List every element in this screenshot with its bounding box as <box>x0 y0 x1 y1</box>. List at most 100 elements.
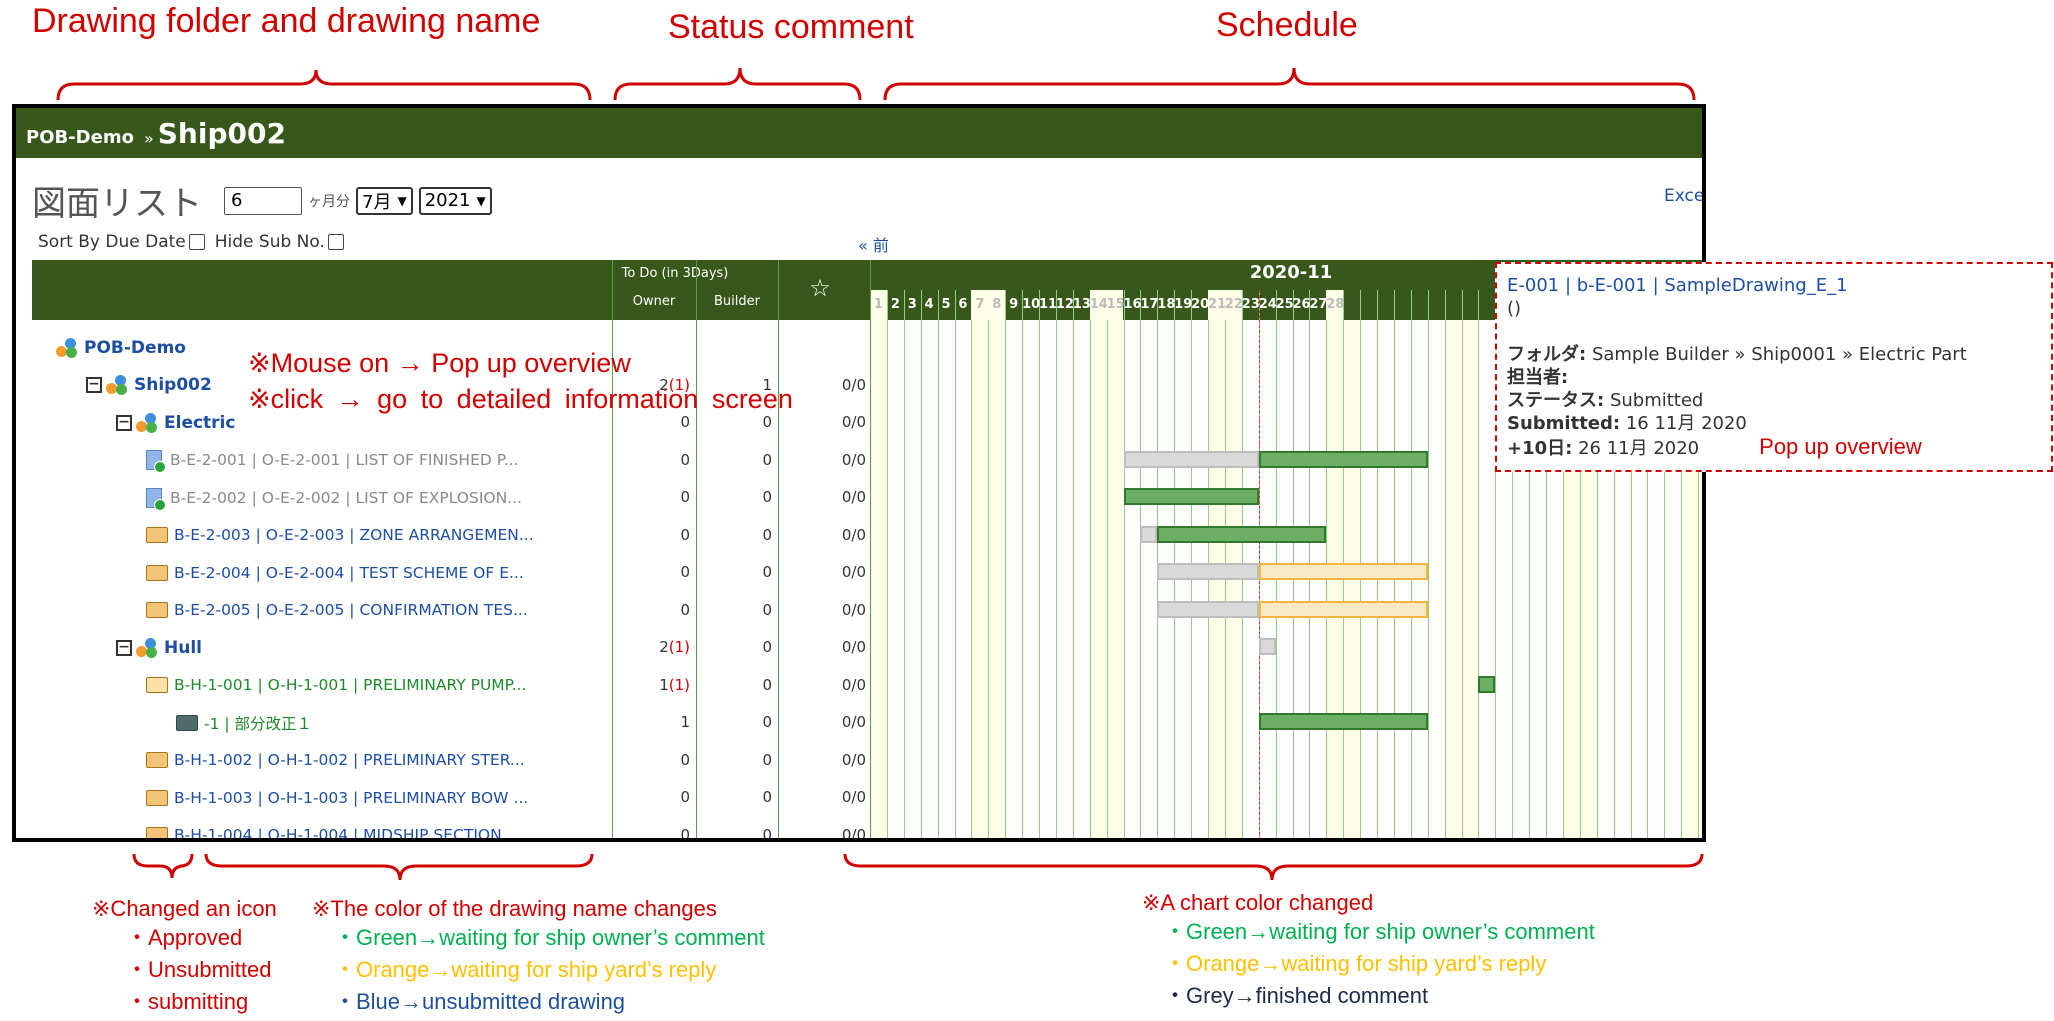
schedule-bar[interactable] <box>1123 488 1259 505</box>
group-folder-icon <box>136 637 158 658</box>
day-gridline <box>1444 290 1446 838</box>
builder-header: Builder <box>714 294 760 309</box>
schedule-bar[interactable] <box>1258 563 1428 580</box>
tree-row-label[interactable]: B-H-1-001 | O-H-1-001 | PRELIMINARY PUMP… <box>174 676 526 694</box>
owner-count-value: 0 <box>680 413 690 431</box>
hide-checkbox[interactable] <box>327 234 344 250</box>
collapse-toggle-icon[interactable]: − <box>116 414 132 431</box>
day-label: 25 <box>1275 297 1294 312</box>
schedule-bar[interactable] <box>1258 638 1276 655</box>
tree-row-label[interactable]: Ship002 <box>134 375 212 395</box>
schedule-bar[interactable] <box>1258 450 1428 468</box>
owner-count: 0 <box>612 788 690 806</box>
prev-link[interactable]: « 前 <box>858 232 889 256</box>
tree-row-label[interactable]: B-H-1-003 | O-H-1-003 | PRELIMINARY BOW … <box>174 789 528 807</box>
status-comment[interactable]: 0/0 <box>778 676 866 694</box>
tree-row-label[interactable]: -1 | 部分改正１ <box>204 712 312 734</box>
tree-row-label[interactable]: Electric <box>164 413 235 433</box>
builder-count: 0 <box>762 413 772 431</box>
icon-note-title: ※Changed an icon <box>92 896 277 921</box>
status-comment[interactable]: 0/0 <box>778 788 866 806</box>
legend-item: ・Green→waiting for ship owner’s comment <box>1164 919 1595 944</box>
status-comment[interactable]: 0/0 <box>778 526 866 544</box>
group-folder-icon <box>106 375 128 395</box>
owner-count-value: 0 <box>680 600 690 619</box>
status-comment[interactable]: 0/0 <box>778 601 866 619</box>
schedule-bar[interactable] <box>1258 713 1428 730</box>
schedule-bar[interactable] <box>1157 600 1259 618</box>
tree-row[interactable]: − Ship002 <box>86 367 212 404</box>
status-comment[interactable]: 0/0 <box>778 451 866 469</box>
tree-row[interactable]: B-H-1-003 | O-H-1-003 | PRELIMINARY BOW … <box>146 779 528 816</box>
popup-overview: E-001 | b-E-001 | SampleDrawing_E_1 () フ… <box>1495 262 2053 472</box>
months-input[interactable] <box>224 186 302 215</box>
owner-count-pending: (1) <box>668 675 690 694</box>
schedule-bar[interactable] <box>1157 525 1327 543</box>
popup-subtitle: () <box>1507 298 1522 319</box>
year-select[interactable]: 2021 ▼ <box>418 186 492 215</box>
todo-header: To Do (in 3Days) <box>621 266 729 281</box>
tree-row[interactable]: B-E-2-003 | O-E-2-003 | ZONE ARRANGEMEN.… <box>146 517 534 554</box>
day-label: 13 <box>1072 297 1091 312</box>
status-comment[interactable]: 0/0 <box>778 713 866 731</box>
tree-row-label[interactable]: Hull <box>164 638 202 658</box>
tree-row[interactable]: − Hull <box>116 629 202 666</box>
annotation-status-title: Status comment <box>668 8 914 46</box>
tree-row[interactable]: B-E-2-002 | O-E-2-002 | LIST OF EXPLOSIO… <box>146 479 522 516</box>
day-label: 12 <box>1055 297 1074 312</box>
tree-row[interactable]: B-E-2-004 | O-E-2-004 | TEST SCHEME OF E… <box>146 554 524 591</box>
day-gridline <box>1089 290 1091 838</box>
popup-title[interactable]: E-001 | b-E-001 | SampleDrawing_E_1 <box>1507 274 2041 297</box>
tree-row[interactable]: POB-Demo <box>56 329 186 366</box>
schedule-bar[interactable] <box>1258 600 1428 618</box>
tree-row[interactable]: − Electric <box>116 404 235 441</box>
tree-row[interactable]: B-E-2-005 | O-E-2-005 | CONFIRMATION TES… <box>146 592 528 629</box>
annotation-schedule-title: Schedule <box>1216 6 1358 44</box>
schedule-bar[interactable] <box>1140 525 1158 543</box>
status-comment[interactable]: 0/0 <box>778 563 866 581</box>
excel-link[interactable]: Excel <box>1664 186 1702 206</box>
status-comment[interactable]: 0/0 <box>778 638 866 656</box>
tree-row-label[interactable]: B-E-2-002 | O-E-2-002 | LIST OF EXPLOSIO… <box>170 489 522 507</box>
popup-folder-key: フォルダ: <box>1507 344 1587 365</box>
sort-checkbox[interactable] <box>188 234 205 250</box>
schedule-bar[interactable] <box>1478 675 1496 693</box>
schedule-bar[interactable] <box>1157 563 1259 580</box>
owner-count: 0 <box>612 413 690 431</box>
tree-row[interactable]: B-H-1-004 | O-H-1-004 | MIDSHIP SECTION <box>146 817 502 838</box>
month-select[interactable]: 7月 ▼ <box>356 186 413 215</box>
tree-row[interactable]: B-H-1-002 | O-H-1-002 | PRELIMINARY STER… <box>146 742 525 779</box>
status-comment[interactable]: 0/0 <box>778 413 866 431</box>
approved-document-icon <box>146 487 166 511</box>
builder-count: 0 <box>762 825 772 842</box>
collapse-toggle-icon[interactable]: − <box>86 377 102 393</box>
schedule-bar[interactable] <box>1123 450 1259 468</box>
status-comment[interactable]: 0/0 <box>778 488 866 506</box>
tree-row-label[interactable]: B-H-1-002 | O-H-1-002 | PRELIMINARY STER… <box>174 751 525 769</box>
breadcrumb-separator: » <box>143 129 154 148</box>
collapse-toggle-icon[interactable]: − <box>116 639 132 656</box>
tree-row-label[interactable]: POB-Demo <box>84 338 186 358</box>
tree-row-label[interactable]: B-E-2-003 | O-E-2-003 | ZONE ARRANGEMEN.… <box>174 526 534 544</box>
day-gridline <box>920 290 922 838</box>
day-gridline <box>886 290 888 838</box>
breadcrumb-folder[interactable]: POB-Demo <box>26 127 134 148</box>
owner-count: 2(1) <box>612 638 690 656</box>
status-comment[interactable]: 0/0 <box>778 826 866 839</box>
icon-note-item: ・Unsubmitted <box>126 957 272 982</box>
tree-row[interactable]: -1 | 部分改正１ <box>176 704 312 741</box>
tree-row-label[interactable]: B-E-2-005 | O-E-2-005 | CONFIRMATION TES… <box>174 601 528 619</box>
tree-row-label[interactable]: B-E-2-004 | O-E-2-004 | TEST SCHEME OF E… <box>174 564 524 582</box>
weekend-column <box>1444 320 1462 838</box>
status-comment[interactable]: 0/0 <box>778 751 866 769</box>
open-folder-icon <box>146 677 168 693</box>
chart-color-note: ※A chart color changed ・Green→waiting fo… <box>1142 890 1595 1012</box>
tree-row-label[interactable]: B-E-2-001 | O-E-2-001 | LIST OF FINISHED… <box>170 451 518 469</box>
tree-row[interactable]: B-E-2-001 | O-E-2-001 | LIST OF FINISHED… <box>146 442 518 479</box>
builder-count: 0 <box>762 525 772 544</box>
tree-row-label[interactable]: B-H-1-004 | O-H-1-004 | MIDSHIP SECTION <box>174 826 502 838</box>
owner-count: 0 <box>612 601 690 619</box>
day-gridline <box>1140 290 1142 838</box>
tree-row[interactable]: B-H-1-001 | O-H-1-001 | PRELIMINARY PUMP… <box>146 667 526 704</box>
star-icon[interactable]: ☆ <box>778 274 862 302</box>
